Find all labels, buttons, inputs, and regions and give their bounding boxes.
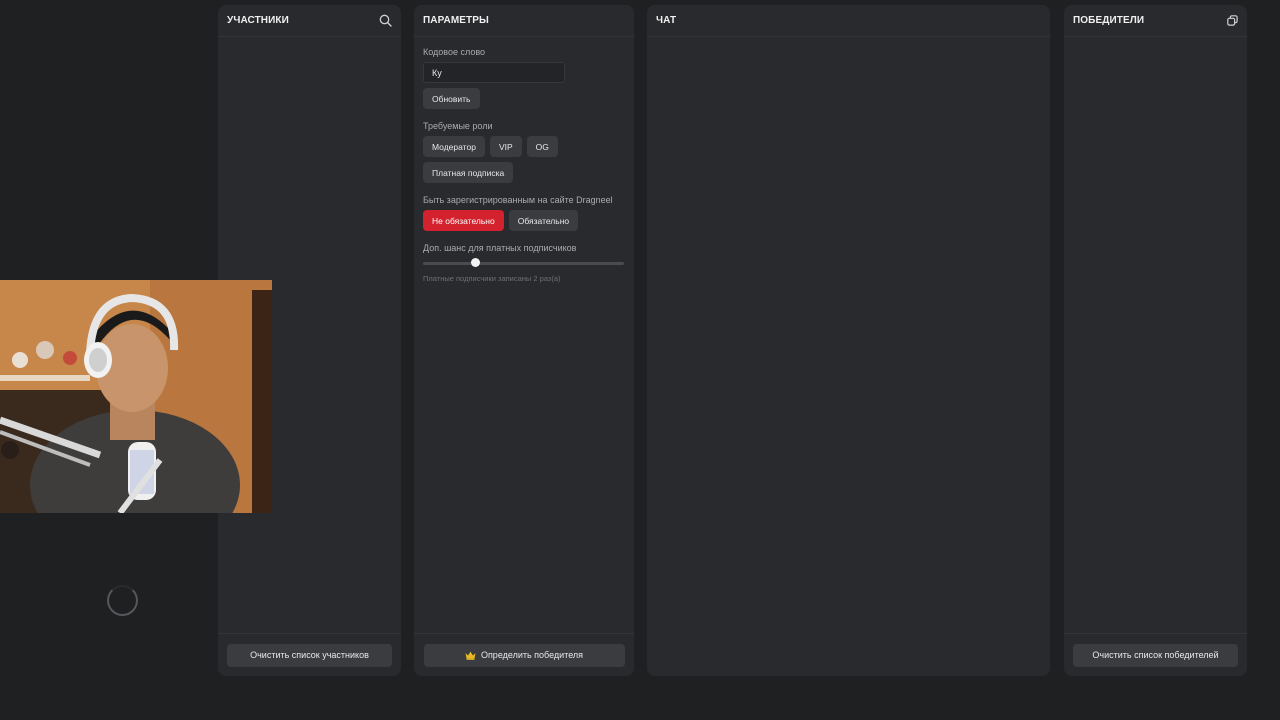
webcam-overlay: [0, 280, 272, 513]
role-moderator-button[interactable]: Модератор: [423, 136, 485, 157]
clear-participants-label: Очистить список участников: [250, 650, 369, 660]
parameters-header: ПАРАМЕТРЫ: [414, 5, 634, 37]
registration-section: Быть зарегистрированным на сайте Dragnee…: [423, 195, 625, 231]
winners-panel: ПОБЕДИТЕЛИ Очистить список победителей: [1064, 5, 1247, 676]
participants-header: УЧАСТНИКИ: [218, 5, 401, 37]
webcam-feed: [0, 280, 272, 513]
not-required-button[interactable]: Не обязательно: [423, 210, 504, 231]
copy-icon[interactable]: [1227, 15, 1238, 26]
chat-header: ЧАТ: [647, 5, 1050, 37]
slider-track: [423, 262, 624, 265]
chat-panel: ЧАТ: [647, 5, 1050, 676]
parameters-footer: Определить победителя: [414, 633, 634, 676]
participants-title: УЧАСТНИКИ: [227, 15, 289, 26]
role-vip-button[interactable]: VIP: [489, 136, 522, 157]
bonus-label: Доп. шанс для платных подписчиков: [423, 243, 577, 253]
codeword-input[interactable]: [423, 62, 565, 83]
crown-icon: [465, 651, 476, 660]
determine-winner-label: Определить победителя: [480, 650, 584, 660]
required-button[interactable]: Обязательно: [508, 210, 579, 231]
parameters-panel: ПАРАМЕТРЫ Кодовое слово Обновить Требуем…: [414, 5, 634, 676]
chat-title: ЧАТ: [656, 15, 677, 26]
role-paid-sub-button[interactable]: Платная подписка: [423, 162, 514, 183]
determine-winner-button[interactable]: Определить победителя: [423, 643, 625, 667]
loading-spinner: [107, 585, 138, 616]
slider-thumb[interactable]: [471, 258, 480, 267]
roles-section: Требуемые роли Модератор VIP OG Платная …: [423, 121, 625, 183]
bonus-hint: Платные подписчики записаны 2 раз(а): [423, 274, 561, 283]
winners-footer: Очистить список победителей: [1064, 633, 1247, 676]
clear-participants-button[interactable]: Очистить список участников: [227, 643, 392, 667]
registration-label: Быть зарегистрированным на сайте Dragnee…: [423, 195, 613, 205]
codeword-section: Кодовое слово Обновить: [423, 47, 625, 109]
roles-label: Требуемые роли: [423, 121, 493, 131]
search-icon[interactable]: [379, 14, 392, 27]
bonus-section: Доп. шанс для платных подписчиков Платны…: [423, 243, 625, 283]
clear-winners-label: Очистить список победителей: [1092, 650, 1219, 660]
winners-header: ПОБЕДИТЕЛИ: [1064, 5, 1247, 37]
parameters-title: ПАРАМЕТРЫ: [423, 15, 489, 26]
codeword-label: Кодовое слово: [423, 47, 486, 57]
bonus-slider[interactable]: [423, 258, 624, 268]
participants-footer: Очистить список участников: [218, 633, 401, 676]
role-og-button[interactable]: OG: [526, 136, 558, 157]
clear-winners-button[interactable]: Очистить список победителей: [1073, 643, 1238, 667]
winners-title: ПОБЕДИТЕЛИ: [1073, 15, 1145, 26]
update-codeword-button[interactable]: Обновить: [423, 88, 480, 109]
